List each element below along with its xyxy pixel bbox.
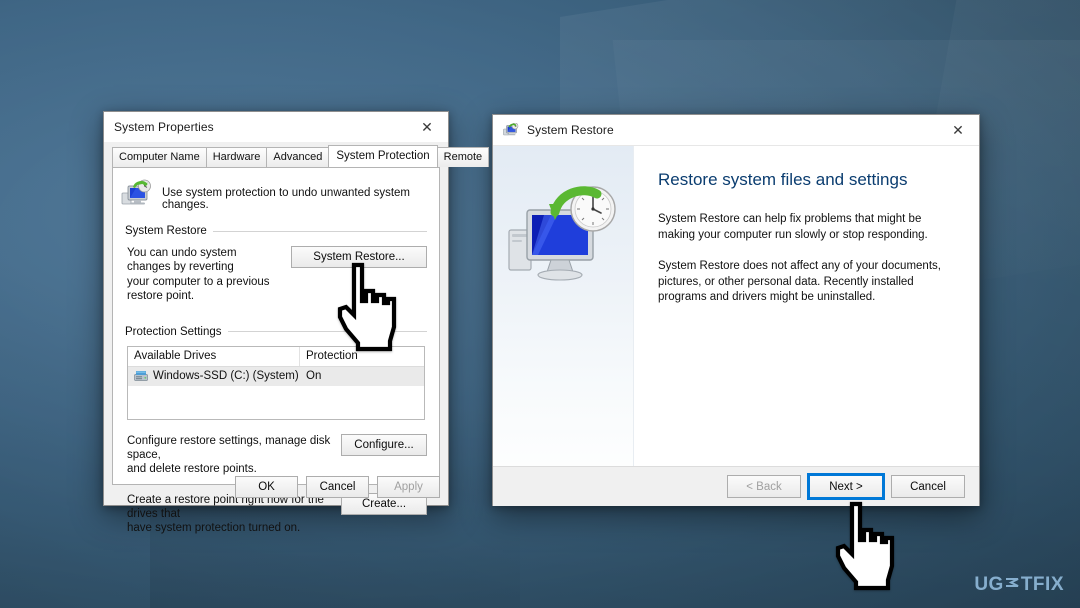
create-row: Create a restore point right now for the… xyxy=(127,492,427,536)
system-restore-body: Restore system files and settings System… xyxy=(493,145,979,466)
system-restore-paragraph-1: System Restore can help fix problems tha… xyxy=(658,213,928,241)
protection-settings-group-heading: Protection Settings xyxy=(125,326,427,338)
watermark-stylized-e-icon xyxy=(1005,574,1020,596)
next-button[interactable]: Next > xyxy=(807,473,885,500)
tab-hardware[interactable]: Hardware xyxy=(205,147,268,167)
system-restore-content: Restore system files and settings System… xyxy=(634,146,979,466)
system-restore-icon xyxy=(503,122,519,138)
system-restore-titlebar: System Restore ✕ xyxy=(493,115,979,145)
available-drives-listview[interactable]: Available Drives Protection Windows-SSD … xyxy=(127,345,425,420)
protection-status-cell: On xyxy=(306,370,322,382)
table-row[interactable]: Windows-SSD (C:) (System) On xyxy=(128,366,424,386)
drive-label: Windows-SSD (C:) (System) xyxy=(153,370,299,382)
system-properties-tabstrip: Computer Name Hardware Advanced System P… xyxy=(112,145,490,167)
group-rule xyxy=(227,331,427,332)
cancel-button[interactable]: Cancel xyxy=(891,475,965,498)
system-restore-hero-panel xyxy=(493,146,634,466)
close-icon[interactable]: ✕ xyxy=(406,112,448,142)
system-protection-banner-text: Use system protection to undo unwanted s… xyxy=(162,187,411,211)
configure-button[interactable]: Configure... xyxy=(341,433,427,456)
column-header-available-drives[interactable]: Available Drives xyxy=(128,346,300,366)
tab-label: System Protection xyxy=(336,150,430,162)
back-button: < Back xyxy=(727,475,801,498)
hard-drive-icon xyxy=(134,370,148,382)
system-properties-window: System Properties ✕ Computer Name Hardwa… xyxy=(103,111,490,534)
desc-line-2: your computer to a previous restore poin… xyxy=(127,275,270,303)
system-protection-panel: Use system protection to undo unwanted s… xyxy=(112,167,440,534)
ugetfix-watermark: UG TFIX xyxy=(974,574,1064,596)
page-title: Restore system files and settings xyxy=(658,170,908,189)
system-restore-footer: < Back Next > Cancel xyxy=(493,466,979,506)
system-restore-group-heading: System Restore xyxy=(125,225,427,237)
system-restore-button[interactable]: System Restore... xyxy=(291,246,427,268)
screenshot-root: System Properties ✕ Computer Name Hardwa… xyxy=(0,0,1080,608)
desc-line-1: Configure restore settings, manage disk … xyxy=(127,434,331,461)
tab-advanced[interactable]: Advanced xyxy=(266,147,330,167)
create-description: Create a restore point right now for the… xyxy=(127,493,331,536)
listview-header: Available Drives Protection xyxy=(128,346,424,367)
drive-cell: Windows-SSD (C:) (System) xyxy=(128,370,300,382)
system-restore-window: System Restore ✕ Restore system files an… xyxy=(492,114,980,506)
group-rule xyxy=(212,230,427,232)
desc-line-2: and delete restore points. xyxy=(127,463,257,476)
system-restore-title: System Restore xyxy=(527,123,614,137)
tab-label: Hardware xyxy=(212,151,261,163)
watermark-prefix: UG xyxy=(974,574,1004,595)
tab-label: Remote xyxy=(443,151,483,163)
group-heading-label: System Restore xyxy=(125,225,207,237)
system-properties-footer-buttons: OK Cancel Apply xyxy=(235,476,440,498)
system-properties-titlebar: System Properties ✕ xyxy=(104,112,448,142)
tab-system-protection[interactable]: System Protection xyxy=(328,145,438,167)
system-protection-banner: Use system protection to undo unwanted s… xyxy=(113,168,439,211)
monitor-clock-restore-icon xyxy=(505,184,623,294)
system-restore-paragraph-2: System Restore does not affect any of yo… xyxy=(658,259,941,304)
system-restore-description: You can undo system changes by reverting… xyxy=(127,246,281,304)
system-restore-row: You can undo system changes by reverting… xyxy=(127,246,427,304)
watermark-suffix: TFIX xyxy=(1020,574,1064,595)
tab-computer-name[interactable]: Computer Name xyxy=(112,147,207,167)
desc-line-2: have system protection turned on. xyxy=(127,522,301,535)
tab-label: Advanced xyxy=(273,151,323,163)
apply-button: Apply xyxy=(377,476,440,498)
configure-description: Configure restore settings, manage disk … xyxy=(127,434,331,477)
desc-line-1: You can undo system changes by reverting xyxy=(127,247,237,274)
cancel-button[interactable]: Cancel xyxy=(306,476,369,498)
system-properties-title: System Properties xyxy=(114,120,214,134)
close-icon[interactable]: ✕ xyxy=(937,115,979,145)
group-heading-label: Protection Settings xyxy=(125,325,222,338)
tab-remote[interactable]: Remote xyxy=(436,147,490,167)
ok-button[interactable]: OK xyxy=(235,476,298,498)
system-protection-icon xyxy=(121,179,153,209)
configure-row: Configure restore settings, manage disk … xyxy=(127,433,427,477)
column-header-protection[interactable]: Protection xyxy=(300,347,424,366)
tab-label: Computer Name xyxy=(119,151,200,163)
